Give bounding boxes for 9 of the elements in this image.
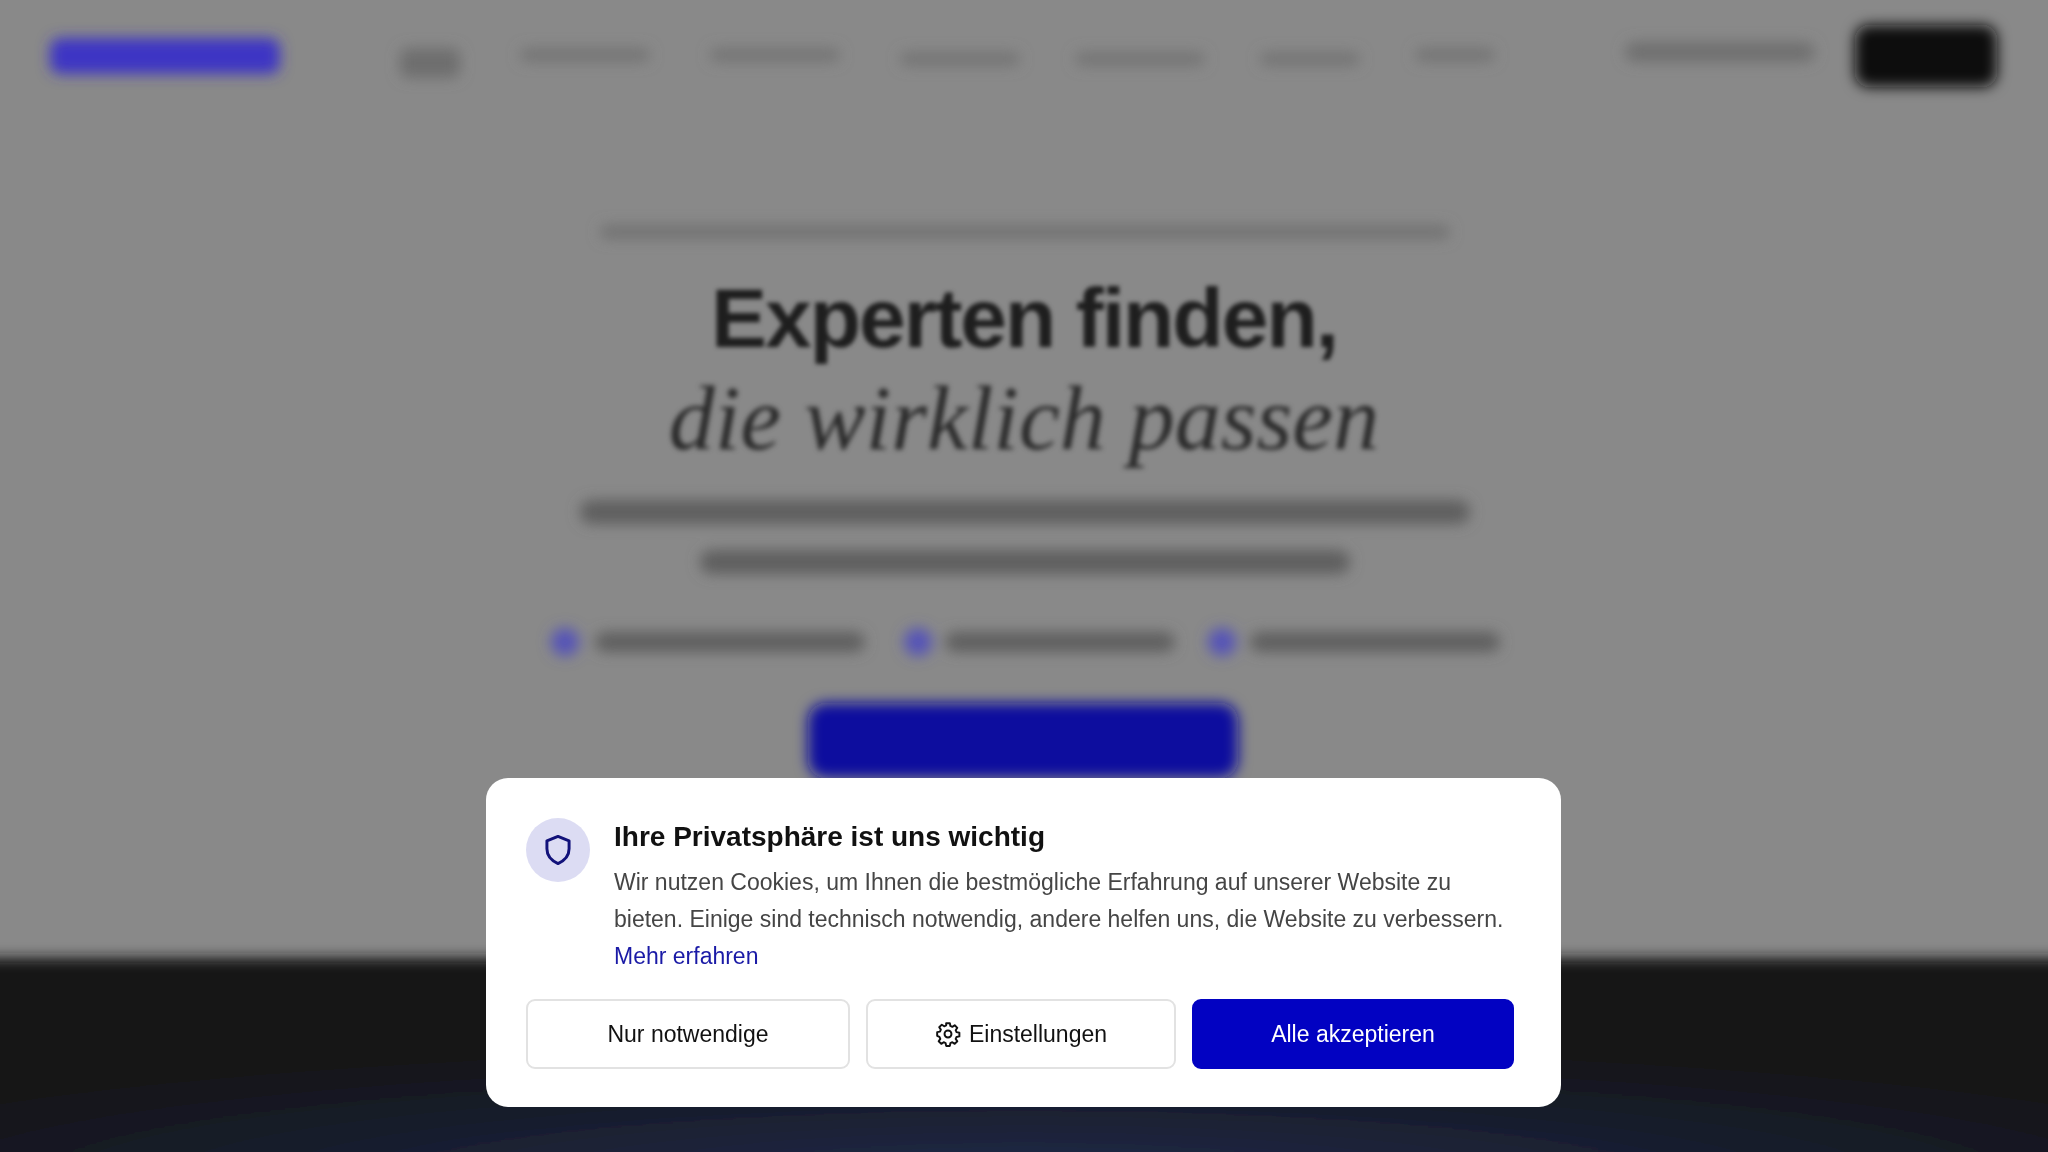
accept-all-button[interactable]: Alle akzeptieren [1192, 999, 1514, 1069]
settings-button[interactable]: Einstellungen [866, 999, 1176, 1069]
cookie-text: Wir nutzen Cookies, um Ihnen die bestmögliche Erfahrung auf unserer Website zu bieten. Einige sind technisch notwendig, andere helfen uns, die Website zu verbessern. Mehr erfahren [614, 868, 1505, 971]
gear-icon [934, 1021, 961, 1047]
headline-subline: die wirklich passen [668, 368, 1380, 468]
necessary-button[interactable]: Nur notwendige [526, 999, 850, 1069]
headline: Experten finden, [710, 270, 1338, 367]
dialog-title: Ihre Privatsphäre ist uns wichtig [614, 820, 1046, 854]
more-link[interactable]: Mehr erfahren [614, 943, 759, 969]
